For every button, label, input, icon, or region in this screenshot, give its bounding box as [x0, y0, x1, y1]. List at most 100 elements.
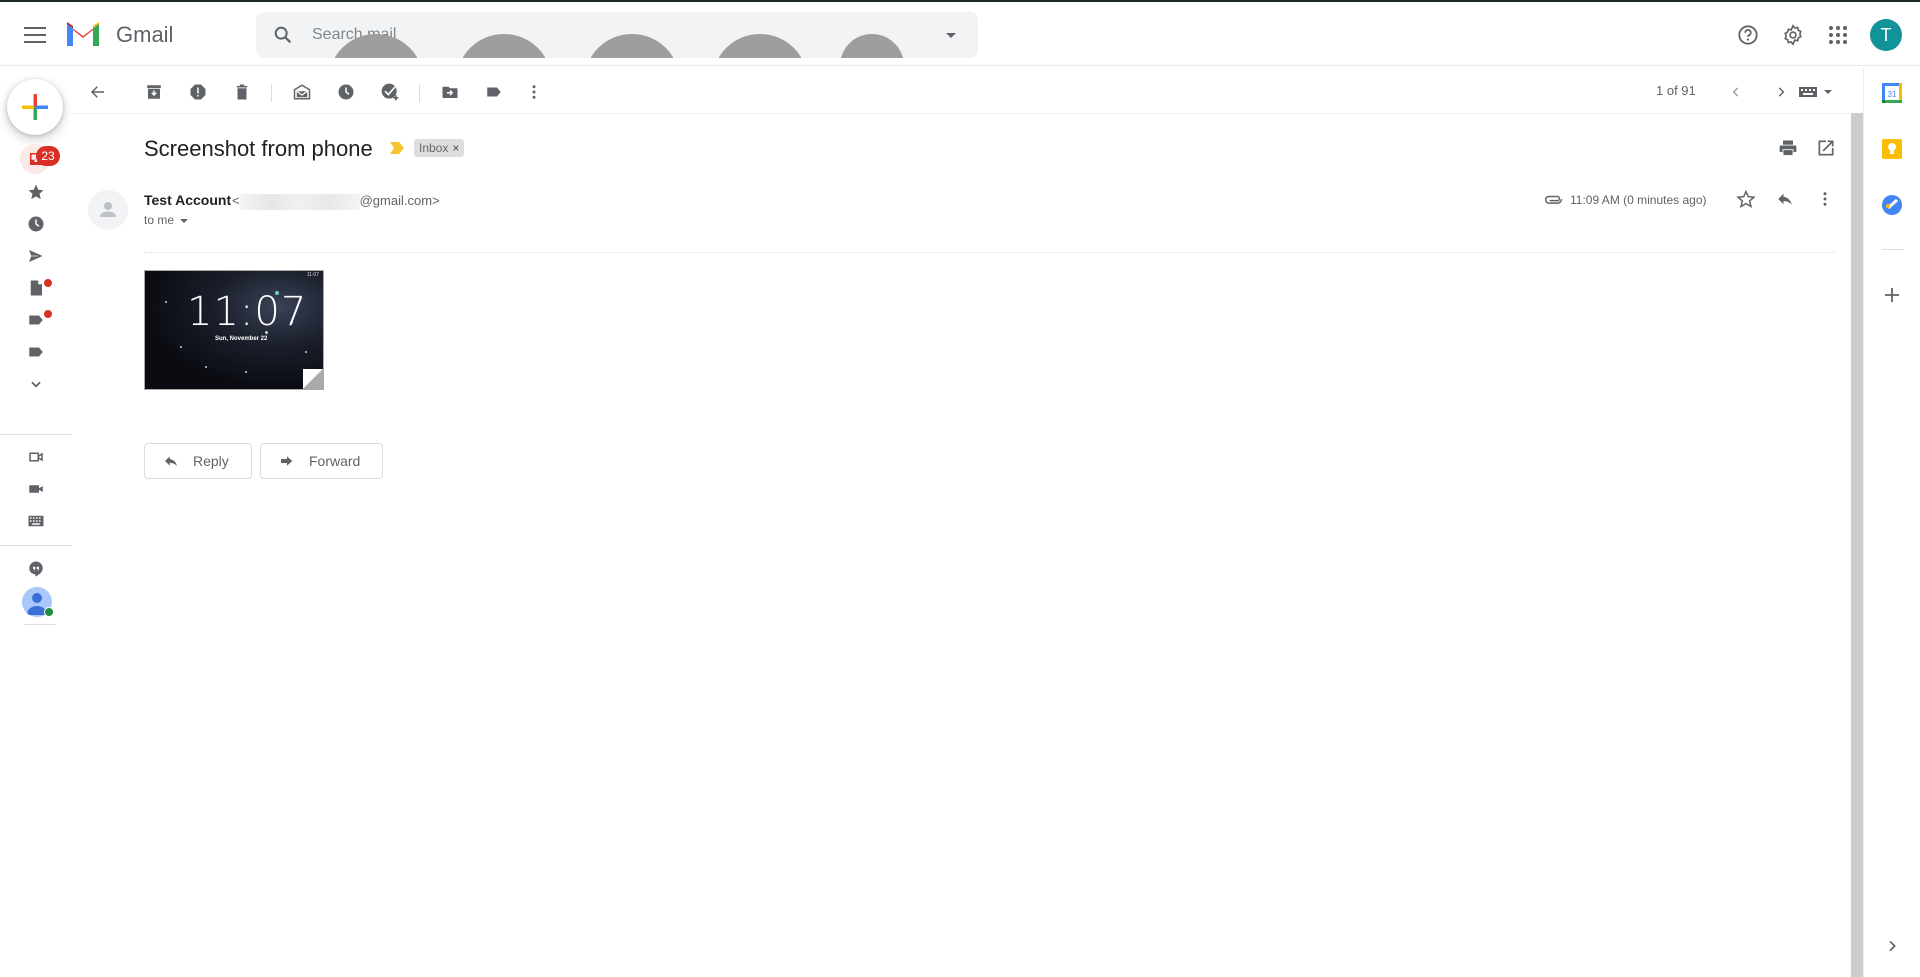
newer-button[interactable] — [1720, 76, 1752, 108]
caret-down-icon — [180, 218, 189, 223]
add-task-icon — [381, 83, 399, 101]
thumb-star — [305, 351, 307, 353]
report-spam-button[interactable] — [182, 76, 214, 108]
more-vert-icon — [532, 85, 536, 99]
star-outline-icon[interactable] — [1736, 189, 1756, 209]
compose-button[interactable] — [7, 79, 63, 135]
nav-starred[interactable] — [20, 176, 52, 208]
mark-unread-button[interactable] — [286, 76, 318, 108]
left-nav: 23 — [0, 67, 72, 977]
calendar-icon[interactable]: 31 — [1880, 81, 1904, 105]
recipient-details-toggle[interactable]: to me — [144, 213, 189, 227]
main-menu-icon[interactable] — [24, 24, 46, 43]
back-button[interactable] — [82, 76, 114, 108]
move-to-button[interactable] — [434, 76, 466, 108]
add-addon-icon[interactable] — [1880, 283, 1904, 307]
archive-button[interactable] — [138, 76, 170, 108]
forward-button[interactable]: Forward — [260, 443, 384, 479]
labels-button[interactable] — [478, 76, 510, 108]
open-new-window-icon[interactable] — [1816, 138, 1836, 158]
nav-snoozed[interactable] — [20, 208, 52, 240]
nav-divider — [24, 624, 56, 625]
more-vert-icon[interactable] — [1816, 190, 1834, 208]
person-icon — [100, 202, 116, 217]
delete-button[interactable] — [226, 76, 258, 108]
reply-label: Reply — [193, 453, 229, 469]
forward-icon — [281, 456, 293, 466]
email-domain: @gmail.com> — [359, 193, 440, 208]
remove-label-button[interactable]: × — [452, 141, 459, 155]
clock-icon — [28, 216, 44, 232]
clock-icon — [338, 84, 354, 100]
reply-icon[interactable] — [1776, 190, 1794, 208]
drafts-notification-dot — [44, 279, 52, 287]
toolbar-divider-line — [72, 113, 1852, 114]
recipient-text: to me — [144, 213, 175, 227]
side-panel-divider — [1882, 249, 1904, 250]
thumb-star — [205, 366, 207, 368]
attachment-thumbnail[interactable]: 11:07 11:07 Sun, November 22 — [144, 270, 324, 390]
nav-sent[interactable] — [20, 240, 52, 272]
help-icon[interactable] — [1732, 19, 1764, 51]
hangouts-button[interactable] — [20, 553, 52, 585]
label-icon — [29, 315, 43, 325]
video-icon — [29, 485, 43, 493]
nav-drafts[interactable] — [20, 272, 52, 304]
account-avatar[interactable]: T — [1870, 19, 1902, 51]
add-to-tasks-button[interactable] — [374, 76, 406, 108]
sender-email: < @gmail.com> — [232, 193, 440, 210]
nav-label[interactable] — [20, 336, 52, 368]
meet-new-meeting[interactable] — [20, 441, 52, 473]
chevron-left-icon — [1732, 87, 1739, 97]
compose-plus-icon — [22, 94, 48, 120]
star-icon — [28, 184, 44, 200]
nav-important[interactable] — [20, 304, 52, 336]
header-divider — [144, 252, 1836, 253]
search-bar[interactable] — [256, 12, 978, 58]
apps-icon[interactable] — [1822, 19, 1854, 51]
label-icon — [487, 87, 501, 97]
search-options-icon[interactable] — [946, 33, 956, 38]
chevron-right-icon — [1778, 87, 1785, 97]
nav-divider — [0, 434, 72, 435]
chevron-right-icon[interactable] — [1884, 938, 1900, 954]
label-text: Inbox — [419, 141, 449, 155]
settings-icon[interactable] — [1777, 19, 1809, 51]
svg-text:31: 31 — [1888, 90, 1897, 99]
inbox-unread-badge: 23 — [36, 146, 60, 166]
reply-icon — [165, 456, 177, 467]
scrollbar[interactable] — [1851, 113, 1863, 977]
draft-icon — [30, 280, 42, 296]
thumb-status-bar: 11:07 — [306, 272, 319, 278]
snooze-button[interactable] — [330, 76, 362, 108]
meet-join-meeting[interactable] — [20, 473, 52, 505]
keep-icon[interactable] — [1880, 137, 1904, 161]
tasks-icon[interactable] — [1880, 193, 1904, 217]
label-icon — [29, 347, 43, 357]
gmail-logo[interactable] — [64, 18, 102, 48]
thumb-star — [245, 371, 247, 373]
important-notification-dot — [44, 310, 52, 318]
send-icon — [27, 248, 45, 264]
reply-button[interactable]: Reply — [144, 443, 252, 479]
important-marker-icon[interactable] — [390, 142, 404, 154]
more-button[interactable] — [518, 76, 550, 108]
keyboard-icon — [1799, 87, 1832, 97]
message-toolbar — [80, 72, 1850, 112]
forward-label: Forward — [309, 453, 361, 469]
thumb-star — [180, 346, 182, 348]
attachment-icon — [1545, 195, 1563, 204]
inbox-label-chip: Inbox × — [414, 139, 465, 157]
input-tools-button[interactable] — [1792, 76, 1844, 108]
hangouts-icon — [29, 561, 43, 577]
nav-more[interactable] — [20, 368, 52, 400]
sender-name: Test Account — [144, 192, 232, 208]
search-icon[interactable] — [272, 24, 294, 46]
meet-keyboard[interactable] — [20, 505, 52, 537]
print-icon[interactable] — [1778, 138, 1798, 158]
keyboard-icon — [28, 515, 44, 527]
video-outline-icon — [29, 452, 43, 462]
brand-name: Gmail — [116, 22, 174, 47]
sender-avatar[interactable] — [88, 190, 128, 230]
online-status-dot — [44, 607, 54, 617]
